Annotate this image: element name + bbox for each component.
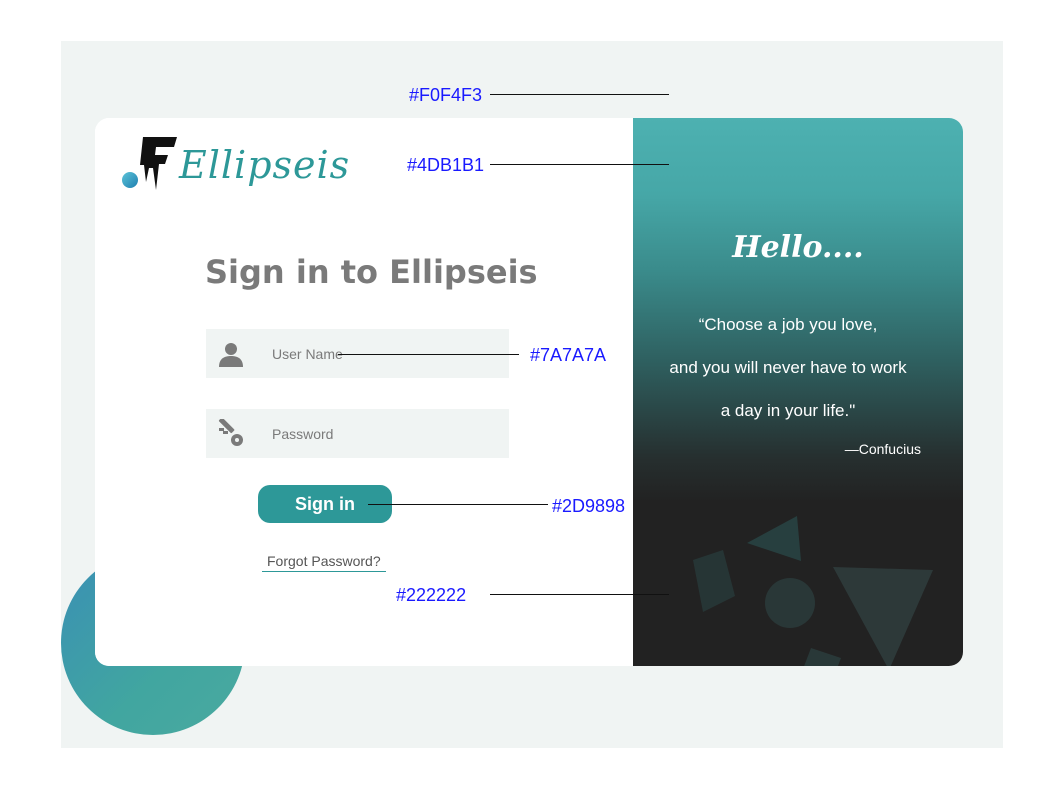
logo-text: Ellipseis bbox=[179, 143, 351, 187]
quote-line-1: “Choose a job you love, bbox=[698, 315, 878, 334]
annotation-label: #4DB1B1 bbox=[407, 155, 485, 175]
annotation-label: #F0F4F3 bbox=[409, 85, 483, 105]
password-placeholder: Password bbox=[272, 426, 334, 442]
login-form-panel: Ellipseis Sign in to Ellipseis User Name bbox=[95, 118, 633, 666]
annotation-line bbox=[490, 164, 669, 165]
annotation-line bbox=[490, 594, 669, 595]
quote-panel: Hello.... “Choose a job you love, and yo… bbox=[633, 118, 963, 666]
forgot-password-link[interactable]: Forgot Password? bbox=[262, 553, 386, 572]
user-icon bbox=[219, 343, 243, 367]
quote-line-3: a day in your life." bbox=[720, 401, 856, 420]
key-icon bbox=[218, 419, 243, 446]
quote-line-2: and you will never have to work bbox=[669, 358, 907, 377]
greeting-heading: Hello.... bbox=[732, 230, 864, 265]
page-background: Ellipseis Sign in to Ellipseis User Name bbox=[61, 41, 1003, 748]
username-placeholder: User Name bbox=[272, 346, 343, 362]
decorative-shapes bbox=[693, 516, 933, 666]
logo-mark-icon bbox=[122, 137, 177, 190]
quote-attribution: —Confucius bbox=[844, 441, 921, 457]
annotation-label: #2D9898 bbox=[552, 496, 626, 516]
page-title: Sign in to Ellipseis bbox=[205, 253, 538, 291]
password-field[interactable]: Password bbox=[206, 409, 509, 458]
annotation-line bbox=[368, 504, 548, 505]
annotation-label: #222222 bbox=[396, 585, 467, 605]
login-card: Ellipseis Sign in to Ellipseis User Name bbox=[95, 118, 963, 666]
annotation-line bbox=[338, 354, 519, 355]
logo: Ellipseis bbox=[122, 135, 349, 195]
annotation-line bbox=[490, 94, 669, 95]
annotation-label: #7A7A7A bbox=[530, 345, 607, 365]
